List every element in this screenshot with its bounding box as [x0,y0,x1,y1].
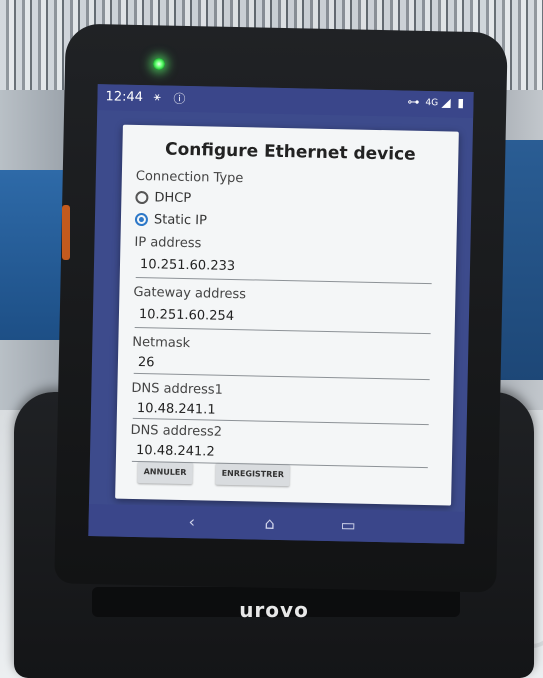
network-type: 4G [425,97,439,109]
dialog-title: Configure Ethernet device [164,139,416,165]
gateway-address-field[interactable]: 10.251.60.254 [139,307,234,324]
connection-type-label: Connection Type [135,168,244,187]
background-panel-right [500,140,543,380]
vpn-key-icon: ⊶ [407,94,420,109]
back-icon[interactable]: ‹ [188,512,195,531]
cancel-button[interactable]: ANNULER [137,461,193,485]
radio-static-ip-label: Static IP [153,211,208,228]
ip-address-underline [135,276,432,285]
dns-address2-field[interactable]: 10.48.241.2 [136,443,215,460]
status-led [153,58,165,70]
battery-icon: ▮ [457,95,465,110]
gateway-address-label: Gateway address [133,284,247,303]
ip-address-label: IP address [134,234,202,252]
save-button[interactable]: ENREGISTRER [215,462,291,487]
netmask-field[interactable]: 26 [138,355,155,370]
side-scan-button [62,205,70,260]
signal-icon: ◢ [441,95,451,110]
radio-dhcp-label: DHCP [154,189,192,206]
status-time: 12:44 [105,89,144,106]
radio-static-ip-circle[interactable] [134,212,149,226]
recents-icon[interactable]: ▭ [340,515,356,534]
gateway-address-underline [134,326,431,335]
netmask-label: Netmask [132,334,191,352]
device-screen: 12:44 ⚹ ⓘ ⊶ 4G ◢ ▮ Configure Ethernet de… [88,84,474,544]
ip-address-field[interactable]: 10.251.60.233 [140,257,235,274]
info-icon: ⓘ [173,91,186,106]
radio-dhcp-circle[interactable] [135,190,149,204]
ethernet-icon: ⚹ [153,89,161,104]
netmask-underline [133,372,430,381]
radio-static-ip[interactable]: Static IP [134,209,208,231]
radio-dhcp[interactable]: DHCP [135,187,191,208]
dns-address1-field[interactable]: 10.48.241.1 [137,401,216,418]
home-icon[interactable]: ⌂ [264,514,275,533]
brand-logo: urovo [239,598,309,622]
dns-address1-label: DNS address1 [131,380,224,398]
dns-address2-label: DNS address2 [130,422,223,440]
